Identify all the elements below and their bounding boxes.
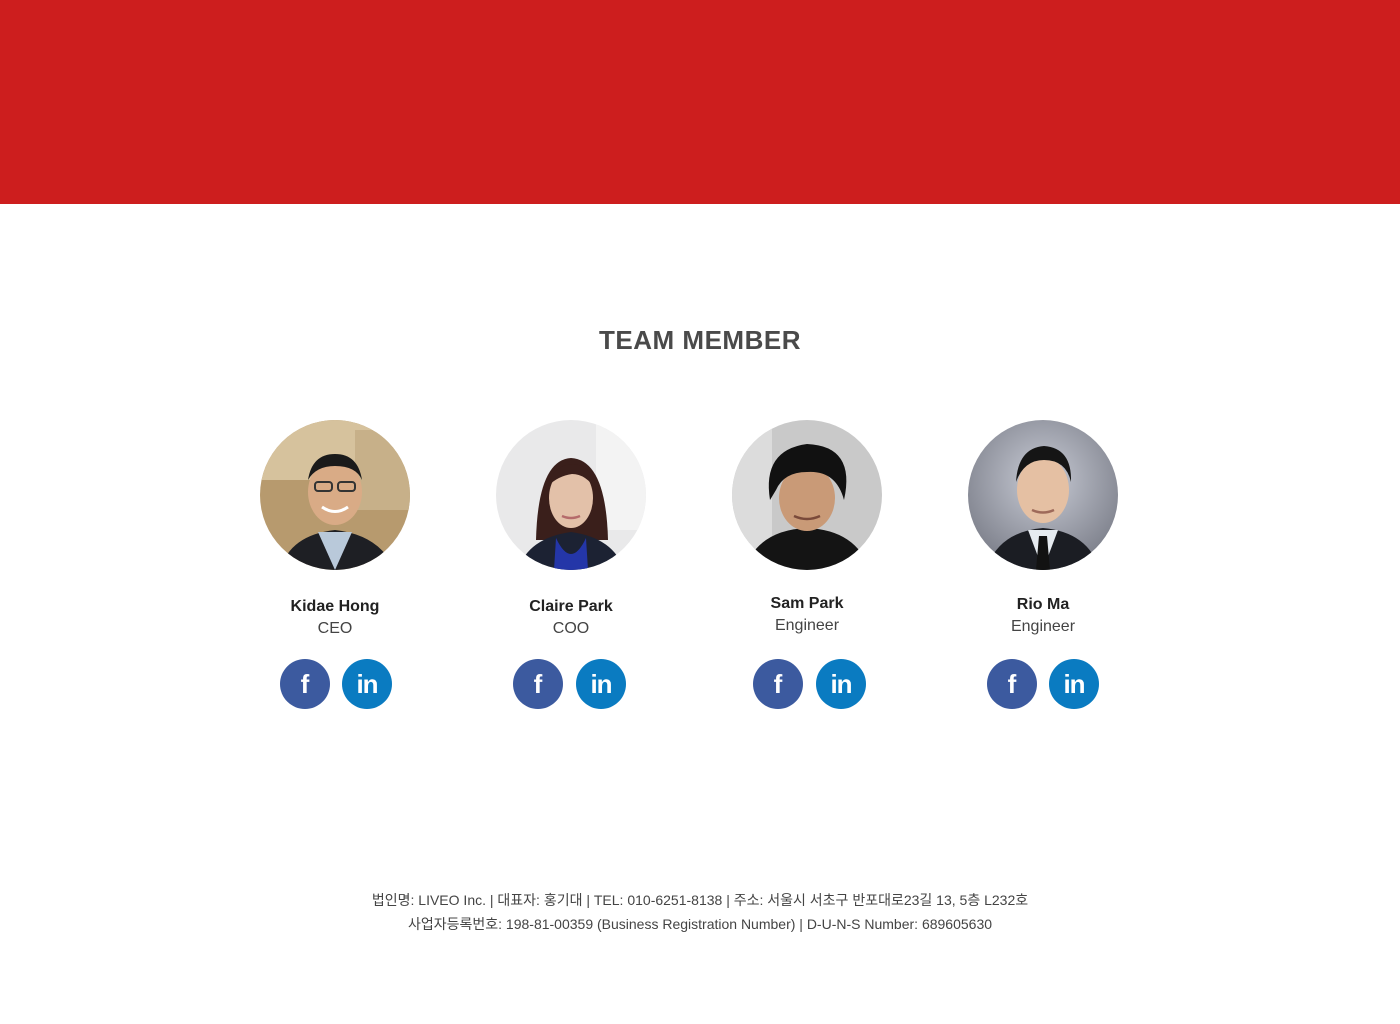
member-name: Sam Park: [770, 595, 844, 612]
footer: 법인명: LIVEO Inc. | 대표자: 홍기대 | TEL: 010-62…: [0, 888, 1400, 936]
avatar: [732, 420, 882, 570]
member-name: Kidae Hong: [290, 598, 380, 615]
facebook-button[interactable]: f: [280, 659, 330, 709]
facebook-icon: f: [300, 669, 310, 699]
facebook-button[interactable]: f: [753, 659, 803, 709]
header-banner: [0, 0, 1400, 204]
team-member-card: Kidae Hong CEO f in: [260, 420, 410, 709]
member-role: COO: [552, 620, 590, 637]
facebook-button[interactable]: f: [513, 659, 563, 709]
footer-company-info: 법인명: LIVEO Inc. | 대표자: 홍기대 | TEL: 010-62…: [371, 892, 1029, 908]
footer-registration-info: 사업자등록번호: 198-81-00359 (Business Registra…: [407, 916, 993, 932]
team-member-card: Rio Ma Engineer f in: [968, 420, 1118, 709]
linkedin-button[interactable]: in: [816, 659, 866, 709]
linkedin-button[interactable]: in: [1049, 659, 1099, 709]
linkedin-icon: in: [1063, 669, 1085, 699]
linkedin-icon: in: [356, 669, 378, 699]
team-member-card: Sam Park Engineer f in: [732, 420, 882, 709]
member-name: Rio Ma: [1016, 596, 1070, 613]
linkedin-icon: in: [590, 669, 612, 699]
facebook-button[interactable]: f: [987, 659, 1037, 709]
member-role: CEO: [317, 620, 353, 637]
facebook-icon: f: [773, 669, 783, 699]
member-role: Engineer: [774, 617, 840, 634]
linkedin-button[interactable]: in: [342, 659, 392, 709]
avatar: [260, 420, 410, 570]
linkedin-button[interactable]: in: [576, 659, 626, 709]
facebook-icon: f: [1007, 669, 1017, 699]
avatar: [968, 420, 1118, 570]
avatar: [496, 420, 646, 570]
member-name: Claire Park: [529, 598, 613, 615]
linkedin-icon: in: [830, 669, 852, 699]
section-title: TEAM MEMBER: [599, 325, 801, 355]
facebook-icon: f: [533, 669, 543, 699]
team-member-card: Claire Park COO f in: [496, 420, 646, 709]
member-role: Engineer: [1010, 618, 1076, 635]
